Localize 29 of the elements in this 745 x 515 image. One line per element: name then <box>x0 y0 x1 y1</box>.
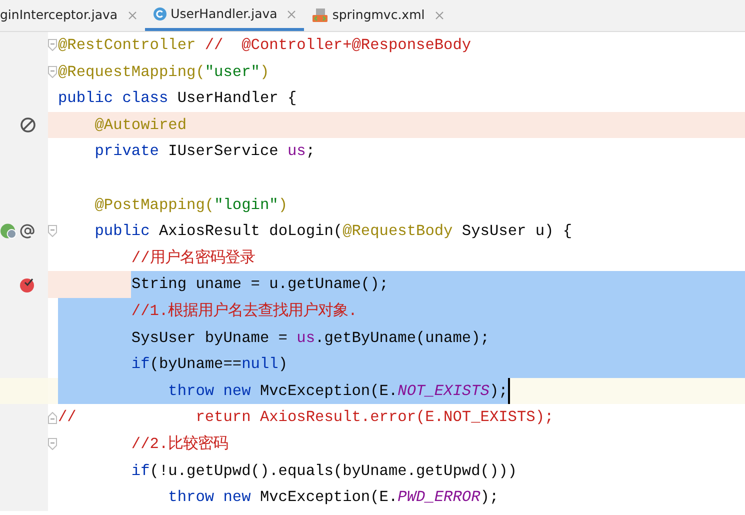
xml-file-icon <box>312 8 328 23</box>
code-line: public class UserHandler { <box>58 88 297 110</box>
code-line: throw new MvcException(E.PWD_ERROR); <box>167 487 499 508</box>
fold-marker-icon <box>48 438 57 450</box>
code-line: // return AxiosResult.error(E.NOT_EXISTS); <box>58 407 554 428</box>
code-line: //用户名密码登录 <box>130 248 255 269</box>
file-tab[interactable]: ginInterceptor.java <box>0 0 145 31</box>
close-icon[interactable] <box>434 11 444 20</box>
fold-marker-icon <box>48 412 57 424</box>
code-line: //2.比较密码 <box>130 434 228 455</box>
at-sign-icon <box>20 223 36 240</box>
fold-marker-icon <box>48 66 57 78</box>
code-line: @PostMapping("login") <box>94 194 288 216</box>
bean-icon <box>0 222 18 240</box>
file-tab[interactable]: UserHandler.java <box>144 0 304 31</box>
code-line: private IUserService us; <box>94 141 316 162</box>
code-line: @RestController // @Controller+@ResponseBody <box>58 35 472 56</box>
class-icon <box>152 7 167 21</box>
file-tab[interactable]: springmvc.xml <box>304 0 452 31</box>
code-line: public AxiosResult doLogin(@RequestBody SysUser u) { <box>94 221 572 242</box>
fold-marker-icon <box>48 225 57 238</box>
code-line: @Autowired <box>94 114 187 136</box>
close-icon[interactable] <box>128 11 137 20</box>
close-icon[interactable] <box>287 10 296 18</box>
code-line: @RequestMapping("user") <box>58 62 270 83</box>
code-line: if(!u.getUpwd().equals(byUname.getUpwd())) <box>130 460 517 482</box>
no-entry-icon <box>20 117 36 134</box>
fold-marker-icon <box>48 39 57 52</box>
breakpoint-icon[interactable] <box>19 276 36 294</box>
